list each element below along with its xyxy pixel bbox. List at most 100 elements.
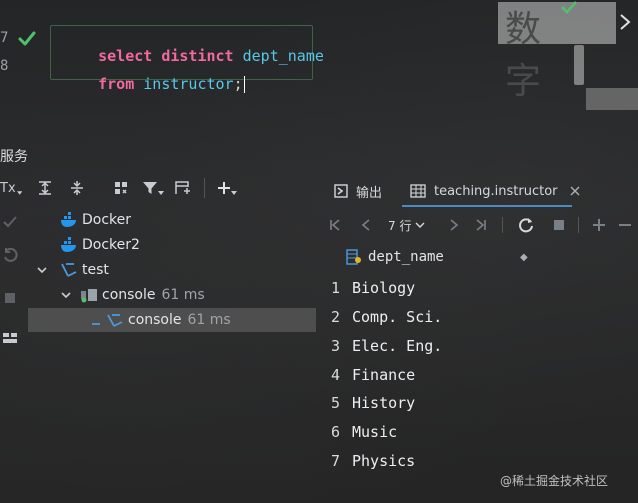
- table-row[interactable]: 2 Comp. Sci.: [322, 304, 562, 330]
- table-row[interactable]: 5 History: [322, 390, 562, 416]
- tree-item-time: 61 ms: [187, 312, 231, 328]
- check-icon: [561, 1, 577, 14]
- nav-divider: [502, 217, 503, 233]
- tab-label: 输出: [356, 185, 383, 201]
- tree-item-label: console: [102, 287, 156, 303]
- row-number: 6: [330, 423, 340, 441]
- tab-output[interactable]: 输出: [334, 180, 382, 202]
- previous-page-button[interactable]: [360, 215, 372, 235]
- stop-button[interactable]: [552, 215, 566, 235]
- tree-item-docker2[interactable]: Docker2: [60, 234, 140, 256]
- row-number: 2: [330, 308, 340, 326]
- cell-dept-name[interactable]: Elec. Eng.: [352, 337, 442, 355]
- cell-dept-name[interactable]: Finance: [352, 366, 415, 384]
- filter-button[interactable]: [140, 176, 166, 200]
- session-icon: [81, 289, 97, 303]
- toolbar-divider: [204, 178, 205, 198]
- table-icon: [410, 184, 426, 198]
- check-icon[interactable]: [18, 30, 36, 48]
- group-icon: [115, 182, 127, 194]
- table-row[interactable]: 6 Music: [322, 419, 562, 445]
- tab-label: teaching.instructor: [434, 183, 558, 199]
- cell-dept-name[interactable]: Music: [352, 423, 397, 441]
- next-icon: [450, 219, 459, 231]
- chevron-right-icon[interactable]: [618, 12, 632, 32]
- tree-item-label: Docker2: [82, 237, 140, 253]
- stop-icon[interactable]: [2, 290, 18, 306]
- refresh-button[interactable]: [518, 215, 534, 235]
- check-icon[interactable]: [2, 214, 18, 230]
- tx-label: Tx: [0, 180, 16, 196]
- remove-row-button[interactable]: [618, 215, 632, 235]
- group-by-button[interactable]: [110, 176, 132, 200]
- results-tabs: 输出 teaching.instructor: [322, 176, 638, 206]
- tree-item-docker[interactable]: Docker: [60, 209, 131, 231]
- cell-dept-name[interactable]: Comp. Sci.: [352, 308, 442, 326]
- add-icon: [593, 219, 605, 231]
- row-number: 3: [330, 337, 340, 355]
- services-title: 服务: [0, 149, 28, 165]
- console-icon: [92, 314, 123, 327]
- row-count-label: 7 行: [388, 218, 412, 233]
- table-row[interactable]: 1 Biology: [322, 275, 562, 301]
- close-icon[interactable]: [570, 186, 580, 196]
- dropdown-arrow-icon: [158, 191, 164, 195]
- add-row-button[interactable]: [592, 215, 606, 235]
- dropdown-arrow-icon: [16, 191, 22, 195]
- add-service-icon: [175, 181, 190, 194]
- code-line-8[interactable]: from instructor;: [62, 57, 245, 111]
- collapse-all-button[interactable]: [66, 176, 88, 200]
- table-row[interactable]: 7 Physics: [322, 448, 562, 474]
- row-number: 7: [330, 452, 340, 470]
- tab-teaching-instructor[interactable]: teaching.instructor: [410, 180, 580, 202]
- last-page-icon: [476, 219, 486, 231]
- previous-icon: [361, 219, 370, 231]
- tree-item-label: console: [128, 312, 182, 328]
- row-count-selector[interactable]: 7 行: [388, 215, 425, 235]
- tree-item-time: 61 ms: [161, 287, 205, 303]
- chevron-down-icon[interactable]: [60, 289, 72, 301]
- line-number: 8: [0, 58, 9, 74]
- first-page-button[interactable]: [328, 215, 342, 235]
- docker-icon: [61, 212, 76, 227]
- sort-icon[interactable]: ◆: [520, 252, 528, 263]
- key-column-icon: [346, 249, 361, 265]
- tree-item-label: test: [82, 262, 109, 278]
- editor-hscroll[interactable]: [586, 88, 638, 110]
- add-service-button[interactable]: [172, 176, 194, 200]
- cell-dept-name[interactable]: Physics: [352, 452, 415, 470]
- cell-dept-name[interactable]: History: [352, 394, 415, 412]
- tree-item-console-session[interactable]: console 61 ms: [60, 284, 205, 306]
- editor-scrollbar[interactable]: [574, 45, 584, 85]
- add-button[interactable]: [214, 176, 240, 200]
- sql-keyword: from: [98, 75, 135, 93]
- tree-item-test[interactable]: test: [36, 259, 109, 281]
- docker-icon: [61, 237, 76, 252]
- sql-column: dept_name: [242, 47, 324, 65]
- next-page-button[interactable]: [448, 215, 460, 235]
- refresh-icon: [519, 218, 533, 233]
- text-cursor: [243, 76, 245, 93]
- minus-icon: [619, 224, 631, 226]
- layout-icon[interactable]: [2, 330, 18, 346]
- expand-all-button[interactable]: [34, 176, 56, 200]
- sql-editor[interactable]: 数 字 7 8 select distinct dept_name from i…: [0, 0, 638, 140]
- table-row[interactable]: 4 Finance: [322, 362, 562, 388]
- active-tab-indicator: [402, 205, 572, 207]
- transaction-button[interactable]: Tx: [0, 176, 22, 200]
- column-header-dept-name[interactable]: dept_name: [346, 245, 536, 269]
- chevron-down-icon: [415, 222, 425, 228]
- column-name: dept_name: [368, 249, 444, 265]
- site-watermark: @稀土掘金技术社区: [500, 474, 609, 488]
- chevron-down-icon[interactable]: [36, 264, 48, 276]
- database-icon: [61, 263, 77, 277]
- cell-dept-name[interactable]: Biology: [352, 279, 415, 297]
- last-page-button[interactable]: [474, 215, 488, 235]
- rollback-icon[interactable]: [2, 247, 18, 263]
- table-row[interactable]: 3 Elec. Eng.: [322, 333, 562, 359]
- nav-divider: [578, 217, 579, 233]
- sql-semicolon: ;: [233, 75, 243, 93]
- tree-item-console[interactable]: console 61 ms: [90, 309, 231, 331]
- row-number: 4: [330, 366, 340, 384]
- sql-table: instructor: [143, 75, 234, 93]
